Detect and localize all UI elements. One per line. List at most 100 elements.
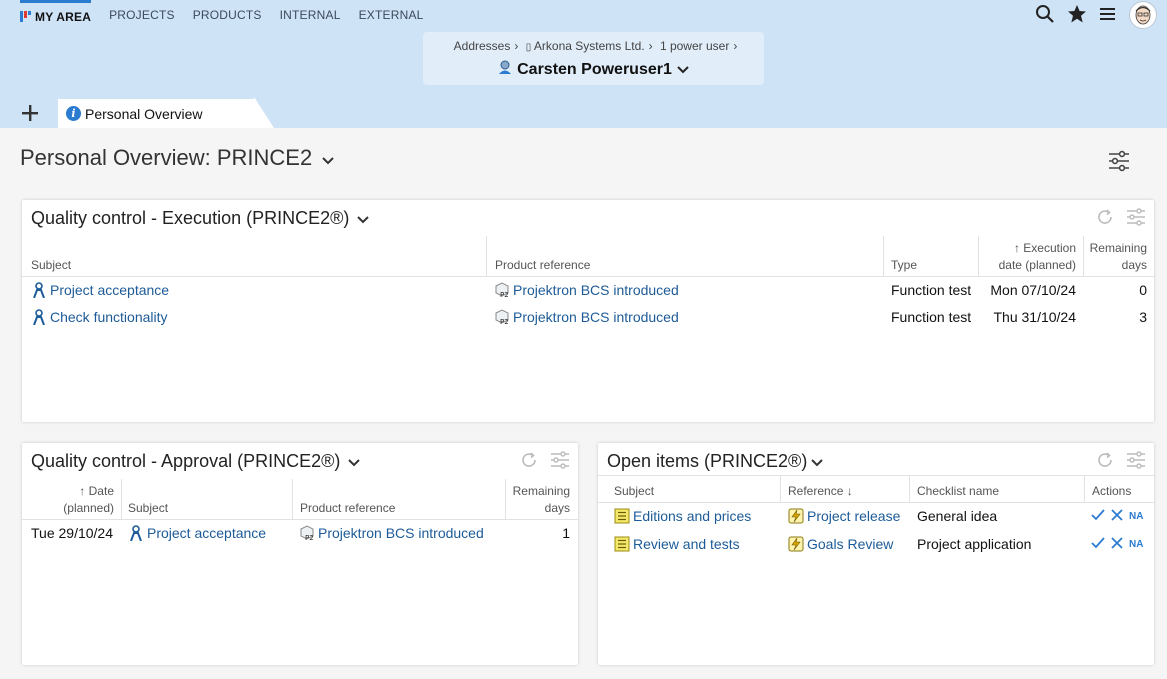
settings-sliders-icon[interactable] [1126, 208, 1146, 229]
header-line-1: Remaining [1089, 241, 1147, 255]
column-header-actions: Actions [1092, 484, 1132, 498]
nav-my-area[interactable]: MY AREA [20, 0, 92, 30]
header-line-2: date (planned) [998, 258, 1076, 272]
table-row[interactable]: Project acceptance [128, 524, 266, 542]
svg-text:P2: P2 [500, 291, 509, 298]
check-icon[interactable] [1091, 508, 1105, 524]
table-row[interactable]: Check functionality [31, 308, 168, 326]
svg-text:P2: P2 [305, 534, 314, 541]
column-separator [486, 236, 487, 276]
column-separator [292, 479, 293, 519]
subject-link[interactable]: Check functionality [50, 309, 168, 325]
column-header-remaining-days[interactable]: Remaining days [1083, 240, 1147, 274]
refresh-icon[interactable] [520, 451, 538, 472]
column-header-subject[interactable]: Subject [128, 500, 168, 517]
header-line-2: (planned) [63, 501, 114, 515]
person-name: Carsten Poweruser1 [517, 60, 672, 78]
column-header-date[interactable]: ↑ Date (planned) [22, 483, 114, 517]
panel-title[interactable]: Quality control - Execution (PRINCE2®) [31, 208, 370, 229]
settings-sliders-icon[interactable] [550, 451, 570, 472]
panel-tools [520, 451, 570, 472]
panel-qc-execution: Quality control - Execution (PRINCE2®) S… [22, 200, 1154, 422]
header-divider [22, 276, 1154, 277]
header-line-1: Remaining [512, 484, 570, 498]
chevron-down-icon [348, 451, 361, 472]
not-applicable-button[interactable]: NA [1129, 539, 1143, 550]
column-header-checklist-name[interactable]: Checklist name [917, 483, 999, 500]
add-tab-button[interactable] [18, 101, 42, 125]
settings-sliders-icon[interactable] [1126, 451, 1146, 472]
panel-title[interactable]: Quality control - Approval (PRINCE2®) [31, 451, 361, 472]
column-separator [909, 475, 910, 502]
subject-link[interactable]: Project acceptance [50, 282, 169, 298]
refresh-icon[interactable] [1096, 208, 1114, 229]
check-icon[interactable] [1091, 536, 1105, 552]
panel-title[interactable]: Open items (PRINCE2®) [607, 451, 824, 472]
breadcrumb-power-user[interactable]: 1 power user [660, 39, 729, 53]
star-icon[interactable] [1067, 4, 1087, 27]
user-avatar[interactable] [1129, 1, 1157, 29]
person-selector[interactable]: Carsten Poweruser1 [423, 60, 764, 79]
search-icon[interactable] [1035, 4, 1055, 27]
subject-link[interactable]: Review and tests [633, 536, 740, 552]
breadcrumb-company[interactable]: ▯ Arkona Systems Ltd. [526, 39, 645, 53]
page-title[interactable]: Personal Overview: PRINCE2 [20, 145, 334, 171]
panel-open-items: Open items (PRINCE2®) Subject Reference … [598, 443, 1154, 665]
column-header-reference[interactable]: Reference ↓ [788, 483, 853, 500]
panel-title-text: Open items (PRINCE2®) [607, 451, 808, 471]
column-header-product[interactable]: Product reference [495, 257, 590, 274]
column-header-remaining-days[interactable]: Remaining days [505, 483, 570, 517]
breadcrumb-addresses[interactable]: Addresses [454, 39, 511, 53]
nav-external[interactable]: EXTERNAL [359, 0, 424, 30]
subject-link[interactable]: Project acceptance [147, 525, 266, 541]
nav-projects[interactable]: PROJECTS [109, 0, 175, 30]
menu-icon[interactable] [1099, 6, 1117, 25]
column-header-execution-date[interactable]: ↑ Execution date (planned) [978, 240, 1076, 274]
product-package-icon: P2 [299, 525, 315, 542]
user-icon [498, 60, 512, 79]
close-icon[interactable] [1111, 536, 1123, 552]
remaining-days-cell: 3 [1139, 309, 1147, 325]
table-row[interactable]: Editions and prices [614, 507, 751, 525]
header-divider [22, 519, 578, 520]
tab-personal-overview[interactable]: i Personal Overview [58, 99, 254, 128]
top-header: MY AREA PROJECTS PRODUCTS INTERNAL EXTER… [0, 0, 1167, 97]
nav-my-area-label: MY AREA [35, 9, 92, 24]
product-package-icon: P2 [494, 309, 510, 326]
product-link[interactable]: Projektron BCS introduced [513, 282, 679, 298]
product-cell: P2 Projektron BCS introduced [494, 308, 679, 326]
panel-tools [1096, 208, 1146, 229]
column-header-subject[interactable]: Subject [614, 483, 654, 500]
close-icon[interactable] [1111, 508, 1123, 524]
column-header-product[interactable]: Product reference [300, 500, 395, 517]
milestone-icon [788, 536, 804, 552]
reference-link[interactable]: Project release [807, 508, 900, 524]
remaining-days-cell: 1 [562, 525, 570, 541]
chevron-down-icon [677, 61, 689, 79]
building-icon: ▯ [525, 42, 532, 53]
table-row[interactable]: Review and tests [614, 535, 740, 553]
table-row[interactable]: Project acceptance [31, 281, 169, 299]
reference-cell: Project release [788, 507, 900, 525]
milestone-icon [788, 508, 804, 524]
nav-internal[interactable]: INTERNAL [280, 0, 341, 30]
projektron-logo-icon [20, 11, 31, 22]
product-link[interactable]: Projektron BCS introduced [513, 309, 679, 325]
remaining-days-cell: 0 [1139, 282, 1147, 298]
subject-link[interactable]: Editions and prices [633, 508, 751, 524]
refresh-icon[interactable] [1096, 451, 1114, 472]
product-cell: P2 Projektron BCS introduced [494, 281, 679, 299]
sort-down-icon: ↓ [846, 484, 853, 498]
nav-products[interactable]: PRODUCTS [193, 0, 262, 30]
reference-link[interactable]: Goals Review [807, 536, 893, 552]
type-cell: Function test [891, 309, 972, 325]
panel-title-text: Quality control - Approval (PRINCE2®) [31, 451, 341, 471]
column-header-type[interactable]: Type [891, 257, 917, 274]
header-line-1: Date [88, 484, 114, 498]
column-separator [1084, 475, 1085, 502]
main-nav: MY AREA PROJECTS PRODUCTS INTERNAL EXTER… [0, 0, 442, 30]
product-link[interactable]: Projektron BCS introduced [318, 525, 484, 541]
column-header-subject[interactable]: Subject [31, 257, 71, 274]
page-settings-icon[interactable] [1108, 150, 1130, 175]
not-applicable-button[interactable]: NA [1129, 511, 1143, 522]
